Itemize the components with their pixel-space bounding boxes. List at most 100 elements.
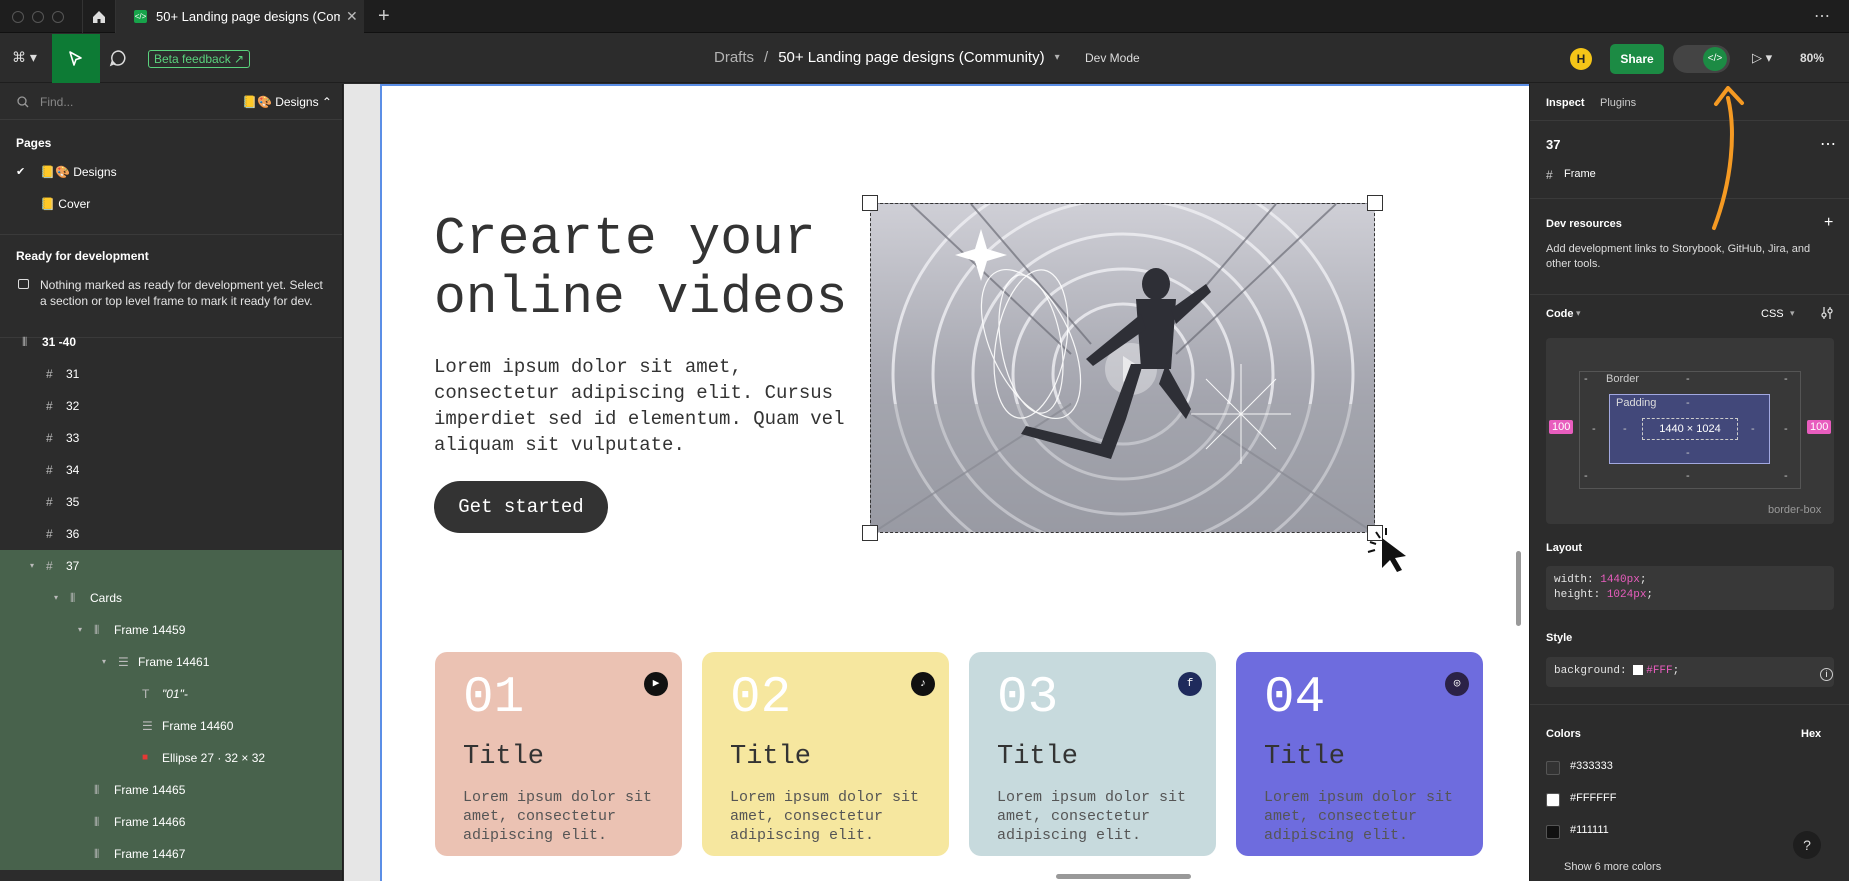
beta-feedback-button[interactable]: Beta feedback ↗ <box>148 50 251 68</box>
page-selector[interactable]: 📒🎨 Designs ⌃ <box>242 95 332 109</box>
info-icon[interactable]: i <box>1820 668 1833 681</box>
layer-label: Frame 14460 <box>162 719 234 733</box>
chevron-down-icon[interactable]: ▾ <box>54 582 58 614</box>
color-hex[interactable]: #333333 <box>1570 760 1613 772</box>
card[interactable]: 04 ◎ Title Lorem ipsum dolor sit amet, c… <box>1236 652 1483 856</box>
layer-label: Frame 14467 <box>114 847 186 861</box>
close-window-button[interactable] <box>12 11 24 23</box>
layer-row[interactable]: ▾ ⦀ Frame 14459 <box>0 614 342 646</box>
move-tool-button[interactable] <box>52 34 100 83</box>
resize-handle-bottom-left[interactable] <box>862 525 878 541</box>
layer-row[interactable]: ⦀ 31 -40 <box>0 326 342 358</box>
layer-row[interactable]: ▾ ☰ Frame 14461 <box>0 646 342 678</box>
card[interactable]: 02 ♪ Title Lorem ipsum dolor sit amet, c… <box>702 652 949 856</box>
frame-icon: # <box>46 431 53 445</box>
border-value: - <box>1784 373 1788 385</box>
chevron-down-icon[interactable]: ▾ <box>78 614 82 646</box>
help-button[interactable]: ? <box>1793 831 1821 859</box>
find-input[interactable]: Find... <box>40 95 73 109</box>
dev-resources-title: Dev resources <box>1546 218 1622 230</box>
layer-row[interactable]: ▾ #37 <box>0 550 342 582</box>
page-item-designs[interactable]: ✔ 📒🎨 Designs <box>0 156 342 188</box>
canvas[interactable]: Crearte your online videos Lorem ipsum d… <box>344 84 1529 881</box>
layer-label: 37 <box>66 559 80 573</box>
code-icon: </> <box>1703 47 1727 71</box>
layer-row[interactable]: ▾ ⦀ Cards <box>0 582 342 614</box>
close-tab-icon[interactable]: ✕ <box>346 8 358 25</box>
layout-code[interactable]: width: 1440px; height: 1024px; <box>1546 566 1834 610</box>
file-tab[interactable]: </> 50+ Landing page designs (Community)… <box>116 0 364 33</box>
home-icon[interactable] <box>82 0 116 33</box>
more-options-icon[interactable]: ⋯ <box>1820 134 1836 154</box>
breadcrumb-drafts[interactable]: Drafts <box>714 49 754 66</box>
color-format-select[interactable]: Hex <box>1801 728 1821 740</box>
layer-row[interactable]: #33 <box>0 422 342 454</box>
color-swatch <box>1546 793 1560 807</box>
padding-value: - <box>1751 423 1755 435</box>
layer-row[interactable]: ☰ Frame 14460 <box>0 710 342 742</box>
tab-plugins[interactable]: Plugins <box>1600 97 1636 109</box>
dev-mode-toggle[interactable]: </> <box>1673 45 1730 73</box>
layer-tree: ⦀ 31 -40 #31 #32 #33 #34 #35 #36 ▾ #37 ▾ ⦀ Cards ▾ ⦀ Fr… <box>0 326 342 870</box>
present-button[interactable]: ▷ ▾ <box>1752 50 1772 66</box>
horizontal-scrollbar[interactable] <box>1056 874 1191 879</box>
settings-sliders-icon[interactable] <box>1820 306 1834 320</box>
layer-row[interactable]: T "01"- <box>0 678 342 710</box>
layer-row[interactable]: ⦀ Frame 14467 <box>0 838 342 870</box>
layer-row[interactable]: #32 <box>0 390 342 422</box>
layer-row[interactable]: ■ Ellipse 27 · 32 × 32 <box>0 742 342 774</box>
resize-handle-top-left[interactable] <box>862 195 878 211</box>
code-title[interactable]: Code <box>1546 308 1574 320</box>
color-hex[interactable]: #111111 <box>1570 824 1609 836</box>
card[interactable]: 01 ▶ Title Lorem ipsum dolor sit amet, c… <box>435 652 682 856</box>
resize-handle-top-right[interactable] <box>1367 195 1383 211</box>
frame-icon: # <box>46 559 53 573</box>
main-menu-button[interactable]: ⌘ ▾ <box>12 49 37 66</box>
chevron-down-icon[interactable]: ▾ <box>1576 308 1581 319</box>
layer-row[interactable]: #34 <box>0 454 342 486</box>
vertical-scrollbar[interactable] <box>1516 551 1521 626</box>
card-body: Lorem ipsum dolor sit amet, consectetur … <box>1264 789 1454 844</box>
card[interactable]: 03 f Title Lorem ipsum dolor sit amet, c… <box>969 652 1216 856</box>
get-started-button[interactable]: Get started <box>434 481 608 533</box>
css-property: width: <box>1554 574 1601 586</box>
style-code[interactable]: background: #FFF; <box>1546 657 1834 687</box>
pages-title: Pages <box>16 136 52 150</box>
minimize-window-button[interactable] <box>32 11 44 23</box>
dev-file-icon: </> <box>134 10 147 23</box>
layer-row[interactable]: #35 <box>0 486 342 518</box>
hero-image[interactable] <box>870 203 1375 533</box>
new-tab-button[interactable]: + <box>378 5 390 28</box>
chevron-down-icon[interactable]: ▾ <box>30 550 34 582</box>
layer-row[interactable]: ⦀ Frame 14465 <box>0 774 342 806</box>
selection-name: 37 <box>1546 137 1561 152</box>
youtube-icon: ▶ <box>644 672 668 696</box>
autolayout-v-icon: ☰ <box>118 655 129 669</box>
show-more-colors-button[interactable]: Show 6 more colors <box>1564 861 1661 873</box>
share-button[interactable]: Share <box>1610 44 1664 74</box>
layer-label: Frame 14465 <box>114 783 186 797</box>
more-icon[interactable]: ⋯ <box>1814 6 1831 26</box>
add-dev-resource-icon[interactable]: + <box>1824 214 1833 232</box>
color-hex[interactable]: #FFFFFF <box>1570 792 1616 804</box>
layer-row[interactable]: #36 <box>0 518 342 550</box>
chevron-down-icon[interactable]: ▾ <box>102 646 106 678</box>
layer-row[interactable]: ⦀ Frame 14466 <box>0 806 342 838</box>
card-number: 04 <box>1264 670 1326 727</box>
layer-row[interactable]: #31 <box>0 358 342 390</box>
file-name[interactable]: 50+ Landing page designs (Community) <box>778 49 1044 66</box>
toolbar: ⌘ ▾ Beta feedback ↗ Drafts / 50+ Landing… <box>0 34 1849 83</box>
code-language-select[interactable]: CSS <box>1761 308 1784 320</box>
chevron-down-icon[interactable]: ▾ <box>1055 52 1060 63</box>
chevron-down-icon[interactable]: ▾ <box>1790 308 1795 319</box>
frame-37[interactable]: Crearte your online videos Lorem ipsum d… <box>380 84 1529 881</box>
page-item-cover[interactable]: 📒 Cover <box>0 188 342 220</box>
layer-label: 34 <box>66 463 80 477</box>
tab-inspect[interactable]: Inspect <box>1546 97 1585 109</box>
comment-icon[interactable] <box>108 48 128 73</box>
avatar[interactable]: H <box>1570 48 1592 70</box>
maximize-window-button[interactable] <box>52 11 64 23</box>
find-row: Find... 📒🎨 Designs ⌃ <box>0 84 342 120</box>
zoom-menu[interactable]: 80% <box>1800 51 1824 65</box>
hero-title: Crearte your online videos <box>434 209 848 328</box>
